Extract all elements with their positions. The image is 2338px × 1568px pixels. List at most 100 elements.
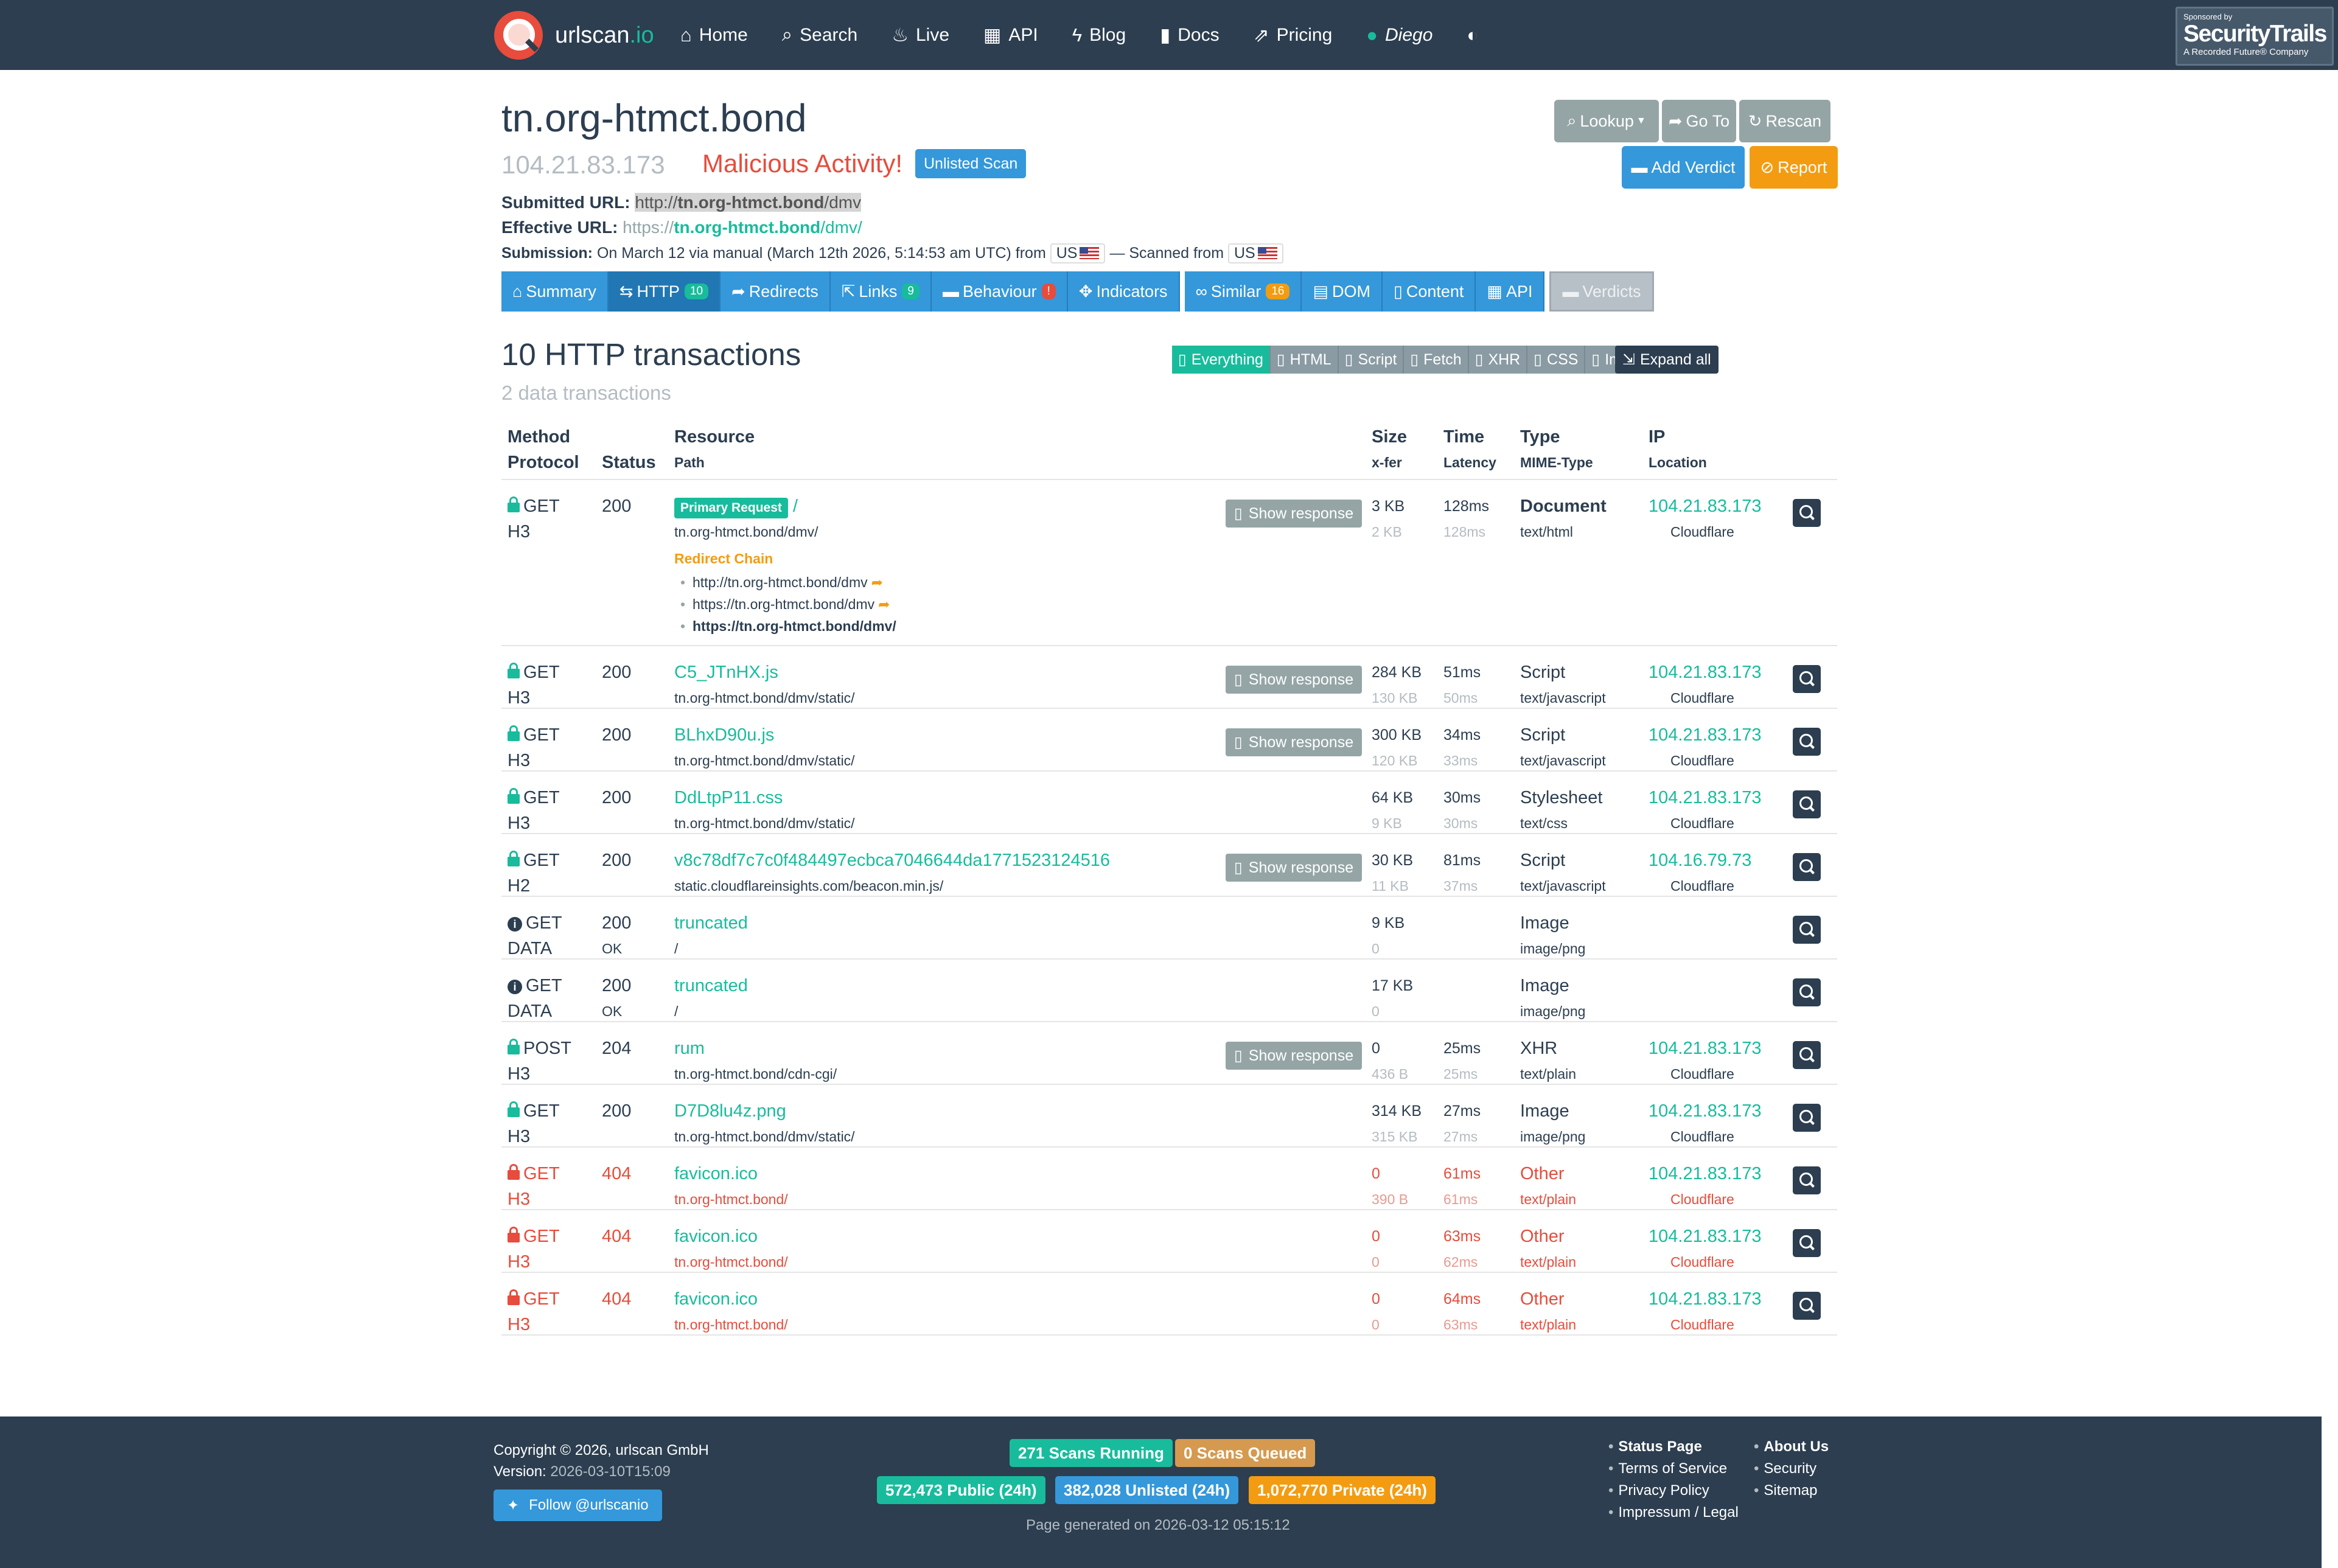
table-row[interactable]: POST H3 204 rum tn.org-htmct.bond/cdn-cgi/ ▯ S…: [501, 1022, 1837, 1085]
nav-live[interactable]: ♨ Live: [892, 24, 949, 46]
resource-link[interactable]: favicon.ico: [674, 1164, 758, 1183]
table-row[interactable]: GET H3 200 DdLtpP11.css tn.org-htmct.bond/dm…: [501, 772, 1837, 834]
sponsor-banner[interactable]: Sponsored by SecurityTrails A Recorded F…: [2176, 7, 2334, 66]
tab-links[interactable]: ⇱ Links 9: [830, 271, 932, 312]
brand-link[interactable]: urlscan.io: [494, 9, 654, 62]
ip-link[interactable]: 104.21.83.173: [1649, 1289, 1761, 1309]
footer-link-terms-of-service[interactable]: Terms of Service: [1608, 1458, 1727, 1480]
resource-link[interactable]: rum: [674, 1039, 705, 1058]
ip-link[interactable]: 104.21.83.173: [1649, 497, 1761, 516]
ip-link[interactable]: 104.21.83.173: [1649, 1101, 1761, 1121]
search-plus-icon[interactable]: [1793, 1104, 1821, 1132]
ip-link[interactable]: 104.21.83.173: [1649, 788, 1761, 807]
resource-link[interactable]: truncated: [674, 913, 748, 933]
resource-path: tn.org-htmct.bond/dmv/: [674, 524, 818, 540]
search-plus-icon[interactable]: [1793, 1166, 1821, 1194]
nav-search[interactable]: ⌕ Search: [782, 24, 857, 46]
table-row[interactable]: i GET DATA 200 OK truncated / 9 KB 0 Image image/p…: [501, 897, 1837, 960]
table-row[interactable]: GET H3 200 D7D8lu4z.png tn.org-htmct.bond/dm…: [501, 1085, 1837, 1148]
resource-link[interactable]: /: [793, 497, 798, 516]
resource-link[interactable]: favicon.ico: [674, 1227, 758, 1246]
footer-link-sitemap[interactable]: Sitemap: [1754, 1480, 1817, 1502]
nav-home[interactable]: ⌂ Home: [680, 24, 748, 46]
filter-html[interactable]: ▯ HTML: [1270, 346, 1339, 374]
table-row[interactable]: i GET DATA 200 OK truncated / 17 KB 0 Image image/…: [501, 960, 1837, 1022]
footer-link-security[interactable]: Security: [1754, 1458, 1816, 1480]
nav-docs[interactable]: ▮ Docs: [1160, 24, 1219, 46]
report-button[interactable]: ⊘ Report: [1750, 146, 1838, 189]
table-row[interactable]: GET H3 404 favicon.ico tn.org-htmct.bond/0 0 6…: [501, 1273, 1837, 1336]
table-row[interactable]: GET H3 200 BLhxD90u.js tn.org-htmct.bond/dmv…: [501, 709, 1837, 772]
resource-link[interactable]: truncated: [674, 976, 748, 995]
tab-api[interactable]: ▦ API: [1476, 271, 1545, 312]
twitter-follow-button[interactable]: ✦ Follow @urlscanio: [494, 1490, 662, 1521]
tab-dom[interactable]: ▤ DOM: [1302, 271, 1383, 312]
show-response-button[interactable]: ▯ Show response: [1226, 500, 1363, 528]
nav-api[interactable]: ▦ API: [983, 24, 1038, 46]
expand-all-button[interactable]: ⇲ Expand all: [1615, 346, 1719, 374]
ip-link[interactable]: 104.21.83.173: [1649, 725, 1761, 745]
filter-css[interactable]: ▯ CSS: [1527, 346, 1586, 374]
submitted-url[interactable]: http://tn.org-htmct.bond/dmv: [635, 193, 862, 212]
tab-similar[interactable]: ∞ Similar 16: [1184, 271, 1302, 312]
show-response-button[interactable]: ▯ Show response: [1226, 1042, 1363, 1070]
tab-verdicts[interactable]: ▬ Verdicts: [1549, 271, 1654, 312]
search-plus-icon[interactable]: [1793, 499, 1821, 527]
search-plus-icon[interactable]: [1793, 1041, 1821, 1069]
filter-everything[interactable]: ▯ Everything: [1172, 346, 1271, 374]
nav-diego[interactable]: ● Diego: [1366, 24, 1432, 46]
add-verdict-button[interactable]: ▬ Add Verdict: [1622, 146, 1745, 189]
search-plus-icon[interactable]: [1793, 728, 1821, 756]
show-response-button[interactable]: ▯ Show response: [1226, 728, 1363, 756]
show-response-button[interactable]: ▯ Show response: [1226, 666, 1363, 694]
search-plus-icon[interactable]: [1793, 790, 1821, 818]
tab-http[interactable]: ⇆ HTTP 10: [608, 271, 721, 312]
search-plus-icon[interactable]: [1793, 978, 1821, 1006]
search-plus-icon[interactable]: [1793, 853, 1821, 881]
table-row[interactable]: GET H3 200 C5_JTnHX.js tn.org-htmct.bond/dmv…: [501, 646, 1837, 709]
private-count-badge[interactable]: 1,072,770 Private (24h): [1249, 1476, 1436, 1504]
table-row[interactable]: GET H3 404 favicon.ico tn.org-htmct.bond/0 0 6…: [501, 1210, 1837, 1273]
table-row[interactable]: GET H3 200 Primary Request / tn.org-htmct.bo…: [501, 480, 1837, 646]
resource-link[interactable]: v8c78df7c7c0f484497ecbca7046644da1771523…: [674, 851, 1110, 870]
footer-link-impressum-legal[interactable]: Impressum / Legal: [1608, 1502, 1738, 1524]
filter-script[interactable]: ▯ Script: [1338, 346, 1405, 374]
tab-redirects[interactable]: ➦ Redirects: [721, 271, 831, 312]
resource-link[interactable]: DdLtpP11.css: [674, 788, 783, 807]
ip-link[interactable]: 104.21.83.173: [1649, 1227, 1761, 1246]
resource-link[interactable]: BLhxD90u.js: [674, 725, 774, 745]
filter-fetch[interactable]: ▯ Fetch: [1404, 346, 1469, 374]
resource-link[interactable]: favicon.ico: [674, 1289, 758, 1309]
footer-link-about-us[interactable]: About Us: [1754, 1436, 1829, 1458]
ip-link[interactable]: 104.21.83.173: [1649, 663, 1761, 682]
nav-theme-toggle[interactable]: ◐: [1467, 24, 1485, 46]
ip-link[interactable]: 104.21.83.173: [1649, 1039, 1761, 1058]
show-response-button[interactable]: ▯ Show response: [1226, 854, 1363, 882]
table-row[interactable]: GET H2 200 v8c78df7c7c0f484497ecbca7046644d…: [501, 834, 1837, 897]
tab-behaviour[interactable]: ▬ Behaviour!: [932, 271, 1068, 312]
search-plus-icon[interactable]: [1793, 916, 1821, 944]
tab-indicators[interactable]: ✥ Indicators: [1067, 271, 1180, 312]
redirect-chain-item: https://tn.org-htmct.bond/dmv/: [674, 615, 896, 637]
tab-summary[interactable]: ⌂ Summary: [501, 271, 609, 312]
public-count-badge[interactable]: 572,473 Public (24h): [877, 1476, 1045, 1504]
goto-button[interactable]: ➦ Go To: [1662, 100, 1736, 142]
nav-blog[interactable]: ϟ Blog: [1072, 24, 1126, 46]
search-plus-icon[interactable]: [1793, 1229, 1821, 1257]
ip-link[interactable]: 104.21.83.173: [1649, 1164, 1761, 1183]
effective-url[interactable]: https://tn.org-htmct.bond/dmv/: [623, 218, 862, 237]
search-plus-icon[interactable]: [1793, 1292, 1821, 1320]
nav-pricing[interactable]: ⇗ Pricing: [1254, 24, 1333, 46]
resource-link[interactable]: D7D8lu4z.png: [674, 1101, 786, 1121]
unlisted-count-badge[interactable]: 382,028 Unlisted (24h): [1055, 1476, 1239, 1504]
table-row[interactable]: GET H3 404 favicon.ico tn.org-htmct.bond/0 39…: [501, 1148, 1837, 1210]
resource-link[interactable]: C5_JTnHX.js: [674, 663, 778, 682]
filter-xhr[interactable]: ▯ XHR: [1468, 346, 1528, 374]
lookup-button[interactable]: ⌕ Lookup ▼: [1554, 100, 1659, 142]
tab-content[interactable]: ▯ Content: [1382, 271, 1476, 312]
footer-link-status-page[interactable]: Status Page: [1608, 1436, 1701, 1458]
footer-link-privacy-policy[interactable]: Privacy Policy: [1608, 1480, 1709, 1502]
search-plus-icon[interactable]: [1793, 665, 1821, 693]
rescan-button[interactable]: ↻ Rescan: [1739, 100, 1830, 142]
ip-link[interactable]: 104.16.79.73: [1649, 851, 1751, 870]
